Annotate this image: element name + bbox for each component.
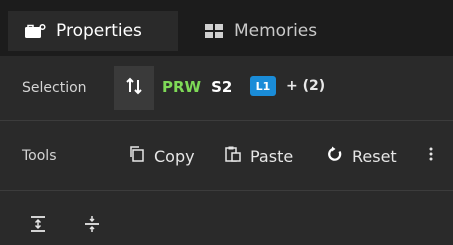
primary-tag: PRW	[162, 78, 202, 96]
expand-icon[interactable]	[28, 214, 48, 234]
tab-properties[interactable]: Properties	[8, 11, 178, 51]
reset-label: Reset	[352, 146, 397, 166]
divide-icon[interactable]	[82, 214, 102, 234]
reset-button[interactable]: Reset	[326, 144, 397, 168]
copy-button[interactable]: Copy	[128, 144, 195, 168]
selection-tags: PRW S2	[162, 78, 232, 96]
reset-icon	[326, 145, 344, 167]
memories-grid-icon	[204, 23, 224, 39]
kebab-menu-icon	[429, 146, 433, 166]
tab-memories-label: Memories	[234, 21, 318, 41]
secondary-tag: S2	[211, 78, 233, 96]
copy-icon	[128, 145, 146, 167]
properties-icon	[24, 23, 46, 39]
tab-bar: Properties Memories	[0, 0, 453, 56]
divider	[0, 190, 453, 191]
tab-properties-label: Properties	[56, 21, 142, 41]
selection-label: Selection	[22, 80, 87, 96]
copy-label: Copy	[154, 146, 195, 166]
extra-selection-count[interactable]: + (2)	[286, 78, 325, 94]
tools-label: Tools	[22, 148, 57, 164]
swap-vertical-icon	[125, 77, 143, 99]
divider	[0, 120, 453, 121]
properties-panel: Properties Memories Selection PRW S2 L1 …	[0, 0, 453, 245]
paste-button[interactable]: Paste	[224, 144, 293, 168]
swap-vertical-button[interactable]	[114, 66, 154, 110]
tab-memories[interactable]: Memories	[188, 11, 363, 51]
more-options-button[interactable]	[426, 144, 436, 168]
paste-label: Paste	[250, 146, 294, 166]
layer-badge[interactable]: L1	[250, 76, 276, 96]
paste-icon	[224, 145, 242, 167]
